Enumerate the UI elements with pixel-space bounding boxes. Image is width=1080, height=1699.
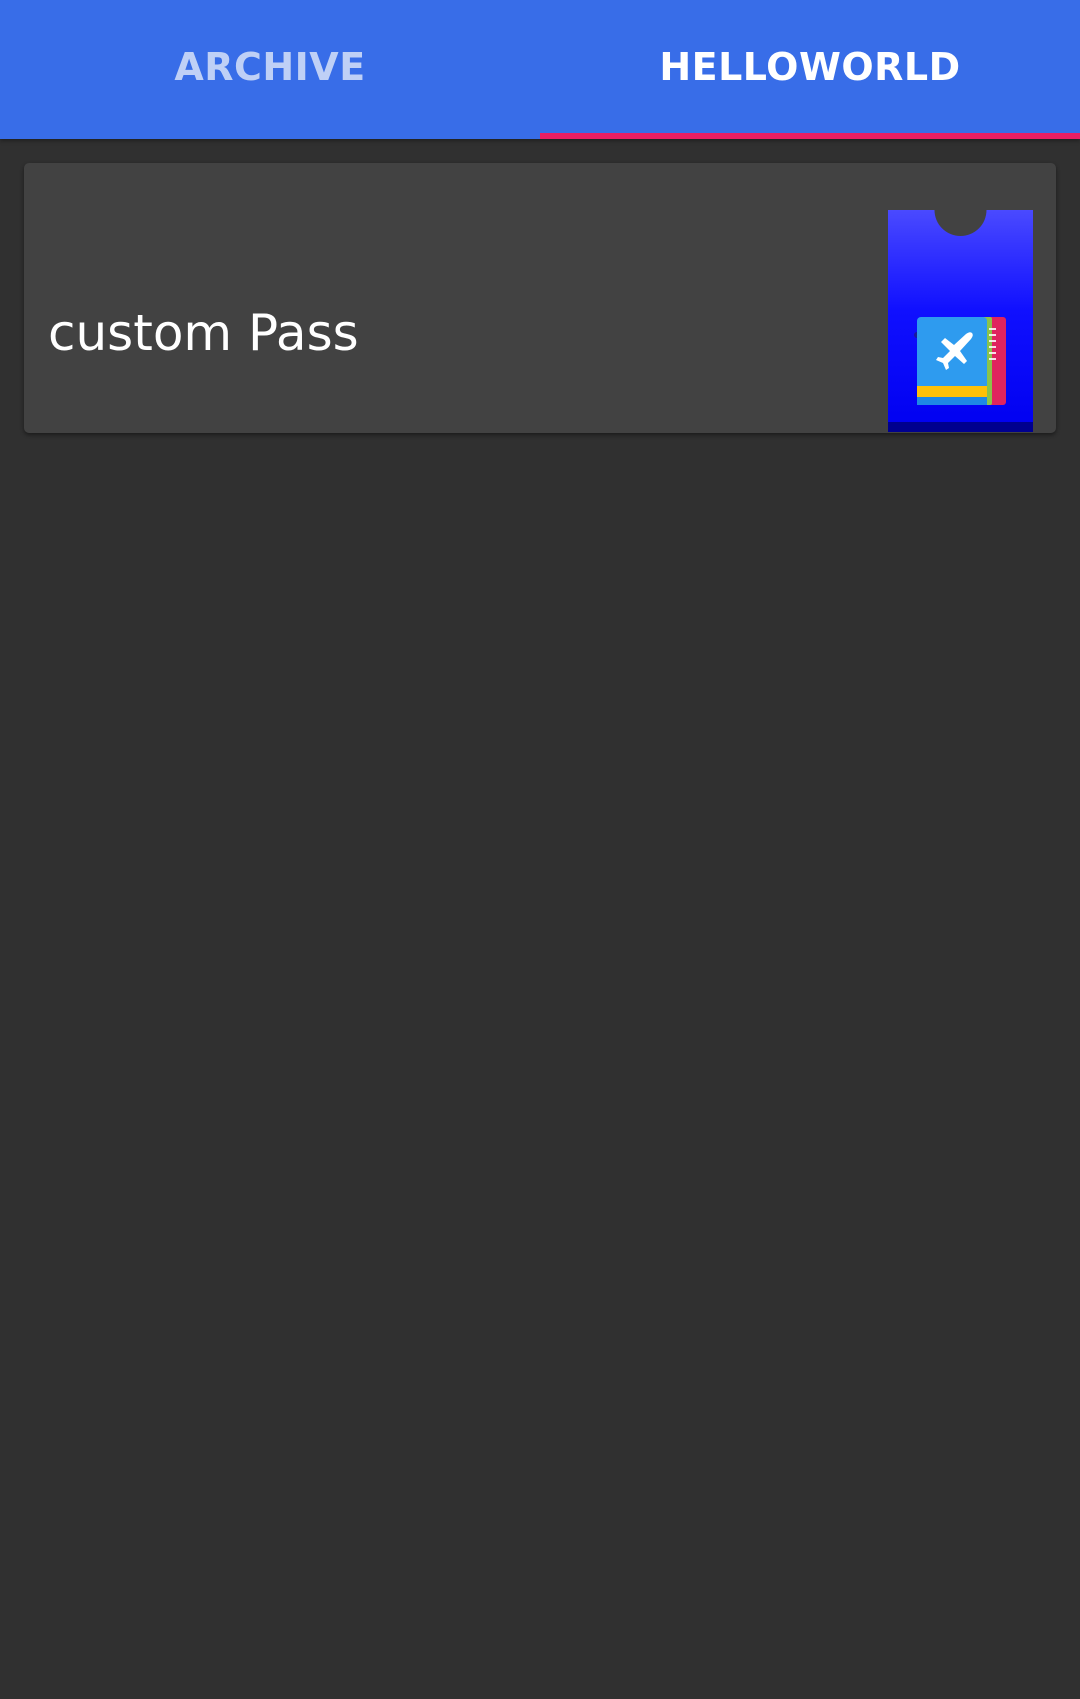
pass-card[interactable]: custom Pass bbox=[24, 163, 1056, 433]
pass-thumbnail bbox=[888, 210, 1033, 432]
pass-title: custom Pass bbox=[48, 304, 359, 362]
tab-helloworld-label: HELLOWORLD bbox=[659, 44, 961, 89]
tab-archive[interactable]: ARCHIVE bbox=[0, 0, 540, 139]
pass-ticket-image bbox=[888, 210, 1033, 432]
airplane-ticket-icon bbox=[917, 317, 1006, 405]
tab-archive-label: ARCHIVE bbox=[174, 44, 366, 89]
active-tab-indicator bbox=[540, 133, 1080, 139]
tab-helloworld[interactable]: HELLOWORLD bbox=[540, 0, 1080, 139]
pass-list: custom Pass bbox=[0, 139, 1080, 1699]
tab-bar: ARCHIVE HELLOWORLD bbox=[0, 0, 1080, 139]
